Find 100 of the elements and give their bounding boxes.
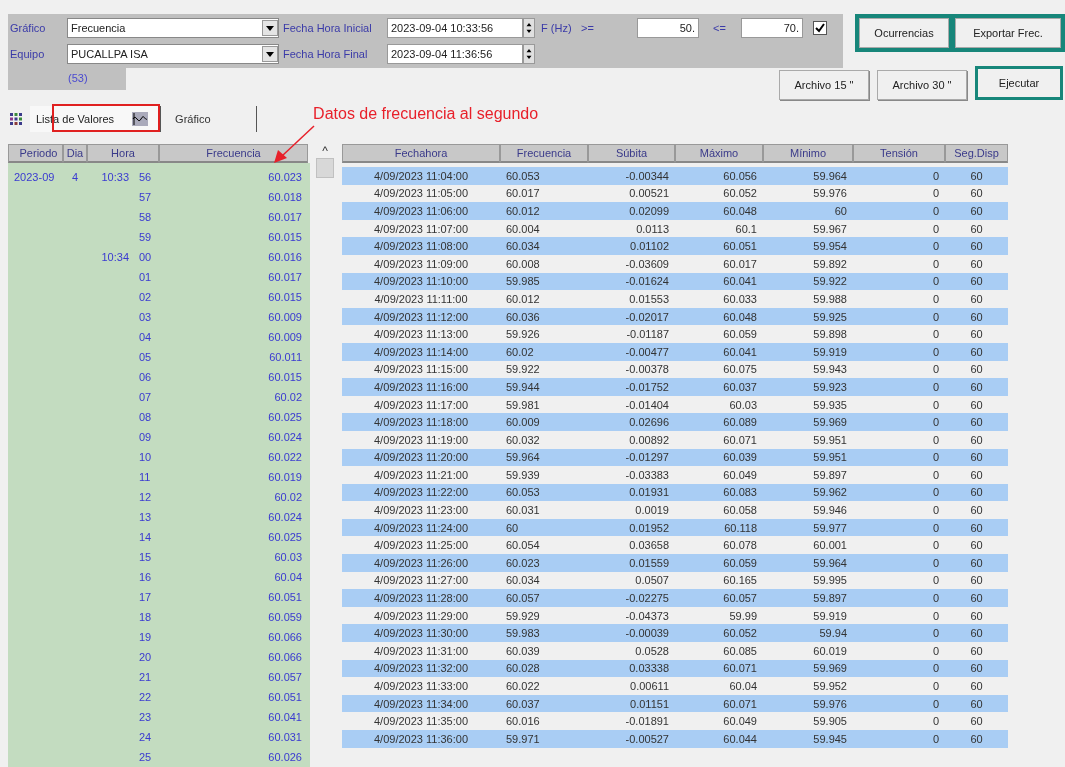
table-cell-text: 60 (969, 697, 984, 710)
table-cell-text: -0.01404 (624, 398, 670, 411)
table-cell-text: 60.02 (273, 391, 303, 403)
column-header[interactable]: Periodo (8, 144, 63, 163)
table-cell-text: 0 (931, 680, 940, 692)
export-button[interactable]: Exportar Frec. (955, 18, 1061, 48)
table-cell-text: 60.017 (267, 271, 303, 283)
ocurrencias-button[interactable]: Ocurrencias (859, 18, 949, 48)
table-cell-text: 60.071 (722, 433, 758, 446)
table-cell-text: 59.995 (812, 574, 848, 587)
table-cell-text: 4/09/2023 11:11:00 (373, 292, 469, 305)
table-cell-text: 0 (931, 416, 940, 429)
archivo-15-button[interactable]: Archivo 15 " (779, 70, 869, 100)
field-label: F (Hz) (541, 22, 573, 34)
table-cell-text: 0 (931, 222, 940, 235)
table-cell-text: -0.02275 (624, 592, 670, 605)
execute-button[interactable]: Ejecutar (975, 66, 1063, 100)
table-cell-text: 22 (138, 691, 153, 703)
table-cell-text: 60.022 (505, 680, 541, 692)
table-cell-text: 4/09/2023 11:26:00 (373, 556, 469, 569)
column-header[interactable]: Mínimo (763, 144, 853, 163)
table-cell-text: 4/09/2023 11:09:00 (373, 257, 469, 270)
date-field[interactable]: 2023-09-04 11:36:56 (387, 44, 523, 64)
archivo-30-button[interactable]: Archivo 30 " (877, 70, 967, 100)
table-cell-text: 60.024 (267, 431, 303, 443)
table-cell-text: 59 (138, 231, 153, 243)
table-cell-text: 59.951 (812, 433, 848, 446)
table-cell-text: 59.897 (812, 468, 848, 481)
grafico-dropdown[interactable]: Frecuencia (67, 18, 279, 38)
column-header[interactable]: Fechahora (342, 144, 500, 163)
column-header[interactable]: Máximo (675, 144, 763, 163)
table-cell-text: 60.04 (728, 680, 758, 692)
filter-checkbox[interactable] (813, 21, 827, 35)
table-cell-text: 60.1 (734, 222, 758, 235)
table-cell-text: 60.015 (267, 231, 303, 243)
table-cell-text: 0 (931, 205, 940, 217)
table-cell-text: -0.03609 (624, 257, 670, 270)
table-cell-text: 60.048 (722, 310, 758, 323)
table-cell-text: 23 (138, 711, 153, 723)
table-cell-text: 60.009 (267, 331, 303, 343)
field-label: Gráfico (9, 22, 47, 34)
table-cell-text: 59.99 (728, 609, 758, 622)
table-cell-text: 60 (969, 468, 984, 481)
spinner-control[interactable] (523, 44, 535, 64)
table-cell-text: 4/09/2023 11:15:00 (373, 363, 469, 376)
table-cell-text: 60.057 (505, 592, 541, 605)
column-header[interactable]: Súbita (588, 144, 675, 163)
table-cell-text: 59.964 (505, 451, 541, 464)
table-cell-text: 25 (138, 751, 153, 763)
min-field[interactable]: 50. (637, 18, 699, 38)
table-cell-text: 14 (138, 531, 153, 543)
scrollbar[interactable]: ^ (316, 144, 334, 764)
table-cell-text: 59.954 (812, 240, 848, 253)
table-cell-text: 60.034 (505, 574, 541, 587)
table-cell-text: 11 (138, 471, 152, 483)
column-header[interactable]: Dia (63, 144, 87, 163)
table-cell-text: 60 (969, 398, 984, 411)
max-field[interactable]: 70. (741, 18, 803, 38)
table-cell-text: 59.969 (812, 662, 848, 675)
table-cell-text: 60.048 (722, 205, 758, 217)
table-cell-text: 10:33 (100, 171, 129, 183)
table-cell-text: 60.031 (505, 504, 541, 517)
table-cell-text: 60.008 (505, 257, 541, 270)
table-cell-text: 59.943 (812, 363, 848, 376)
column-header[interactable]: Frecuencia (159, 144, 308, 163)
table-cell-text: 59.922 (812, 275, 848, 288)
table-cell-text: 60.059 (722, 328, 758, 341)
table-cell-text: -0.00378 (624, 363, 670, 376)
table-cell-text: 60 (969, 187, 984, 200)
table-cell-text: 60 (969, 732, 984, 745)
tab[interactable]: Gráfico (161, 106, 258, 132)
spinner-control[interactable] (523, 18, 535, 38)
column-header[interactable]: Tensión (853, 144, 945, 163)
table-cell-text: -0.02017 (624, 310, 670, 323)
equipo-dropdown[interactable]: PUCALLPA ISA (67, 44, 279, 64)
table-cell-text: 4/09/2023 11:36:00 (373, 732, 469, 745)
table-cell-text: 60.022 (267, 451, 303, 463)
table-cell-text: 60.052 (722, 627, 758, 640)
scroll-up-button[interactable]: ^ (322, 144, 328, 158)
column-header[interactable]: Seg.Disp (945, 144, 1008, 163)
table-cell-text: 0 (931, 240, 940, 253)
table-cell-text: 60.025 (267, 531, 303, 543)
table-cell-text: 59.988 (812, 292, 848, 305)
table-cell-text: 60.032 (505, 433, 541, 446)
table-cell-text: 0 (931, 275, 940, 288)
table-cell-text: 0.02099 (628, 205, 670, 217)
column-header[interactable]: Hora (87, 144, 159, 163)
column-header[interactable]: Frecuencia (500, 144, 588, 163)
table-cell-text: -0.00344 (624, 169, 670, 182)
table-cell-text: 08 (138, 411, 153, 423)
table-cell-text: 4/09/2023 11:24:00 (373, 521, 469, 534)
table-cell-text: 0 (931, 345, 940, 358)
scroll-thumb[interactable] (316, 158, 334, 178)
table-cell-text: 0.03658 (628, 539, 670, 552)
table-cell-text: 60.018 (267, 191, 303, 203)
table-cell-text: 0.03338 (628, 662, 670, 675)
table-cell-text: 59.977 (812, 521, 848, 534)
table-cell-text: -0.00477 (624, 345, 670, 358)
date-field[interactable]: 2023-09-04 10:33:56 (387, 18, 523, 38)
table-cell-text: 0 (931, 292, 940, 305)
